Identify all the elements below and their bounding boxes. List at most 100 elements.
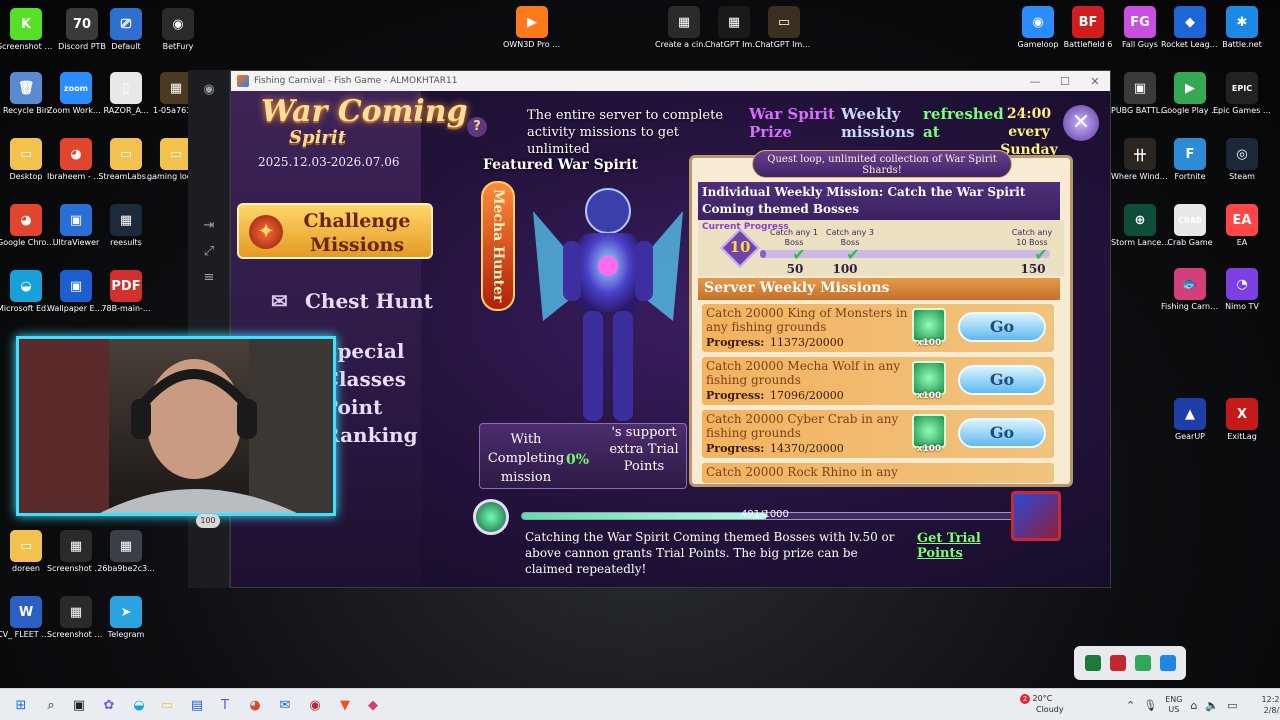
game-area: War Coming Spirit ? 2025.12.03-2026.07.0…	[231, 91, 1110, 587]
desktop-shortcut-icon[interactable]: BF Battlefield 6	[1058, 6, 1118, 50]
streamer-figure	[19, 339, 333, 513]
desktop-shortcut-icon[interactable]: F Fortnite	[1160, 138, 1220, 182]
go-button[interactable]: Go	[958, 312, 1046, 342]
desktop-shortcut-icon[interactable]: ▶ OWN3D Pro Desktop	[502, 6, 562, 50]
fishing-carnival-taskbar-icon[interactable]: ◆	[362, 695, 384, 715]
obs-icon[interactable]: ◉	[304, 695, 326, 715]
trial-progress-text: 491/1000	[741, 509, 789, 520]
app-icon[interactable]	[1109, 655, 1126, 671]
mission-row: Catch 20000 King of Monsters in any fish…	[702, 304, 1054, 352]
desktop-shortcut-icon[interactable]: ▭ ChatGPT Image Aug...	[754, 6, 814, 50]
desktop-icon-label: reesults	[110, 238, 142, 247]
exit-icon[interactable]: ⇥	[188, 212, 230, 238]
milestone-label: Catch any 10 Boss	[1011, 228, 1053, 247]
volume-icon[interactable]: 🔈	[1205, 699, 1219, 712]
clock[interactable]: 12:24 AM 2/8/2026	[1246, 694, 1280, 716]
desktop-icon-label: Screenshot 2026-01-...	[0, 42, 56, 51]
resize-icon[interactable]: ⤢	[188, 238, 230, 264]
desktop-shortcut-icon[interactable]: ▦ reesults	[96, 204, 156, 248]
desktop-shortcut-icon[interactable]: ◔ Nimo TV	[1212, 268, 1272, 312]
desktop-shortcut-icon[interactable]: ▦ 26ba9be2c3...	[96, 530, 156, 574]
app-glyph-icon: ▭	[768, 6, 800, 38]
brave-icon[interactable]: ▼	[334, 695, 356, 715]
weather-widget[interactable]: 2 20°C Cloudy	[1020, 693, 1064, 715]
desktop-icon-label: Nimo TV	[1225, 302, 1259, 311]
desktop-shortcut-icon[interactable]: ◆ Rocket League®	[1160, 6, 1220, 50]
desktop-shortcut-icon[interactable]: K Screenshot 2026-01-...	[0, 8, 56, 52]
app-glyph-icon: CRAB	[1174, 204, 1206, 236]
play-icon[interactable]	[1134, 655, 1151, 671]
app-glyph-icon: ▦	[110, 530, 142, 562]
app-glyph-icon: ◆	[1174, 6, 1206, 38]
menu-chest-hunt[interactable]: ✉ Chest Hunt	[235, 289, 435, 313]
app-glyph-icon: 70	[66, 8, 98, 40]
menu-points-label[interactable]: Point Ranking	[323, 393, 435, 449]
app-glyph-icon: F	[1174, 138, 1206, 170]
desktop-shortcut-icon[interactable]: ✱ Battle.net	[1212, 6, 1272, 50]
app-glyph-icon: EPIC	[1226, 72, 1258, 104]
search-icon[interactable]: ⌕	[40, 695, 62, 715]
app-glyph-icon: 🐟	[1174, 268, 1206, 300]
battery-icon[interactable]: ▭	[1227, 699, 1237, 712]
file-explorer-icon[interactable]: ▭	[156, 695, 178, 715]
desktop-shortcut-icon[interactable]: ▲ GearUP	[1160, 398, 1220, 442]
weather-temp: 20°C	[1032, 694, 1053, 703]
store-icon[interactable]: ▤	[186, 695, 208, 715]
quest-loop-tag: Quest loop, unlimited collection of War …	[752, 150, 1012, 178]
profile-icon[interactable]: ◉	[188, 76, 230, 102]
app-glyph-icon: X	[1226, 398, 1258, 430]
get-trial-points-link[interactable]: Get Trial Points	[917, 531, 1007, 561]
desktop-shortcut-icon[interactable]: EPIC Epic Games Launcher	[1212, 72, 1272, 116]
teams-icon[interactable]: T	[214, 695, 236, 715]
desktop-icon-label: Fortnite	[1174, 172, 1206, 181]
maximize-button[interactable]: ☐	[1050, 75, 1080, 88]
desktop-shortcut-icon[interactable]: 🐟 Fishing Carnival ...	[1160, 268, 1220, 312]
desktop-shortcut-icon[interactable]: ➤ Telegram	[96, 596, 156, 640]
globe-icon[interactable]	[1159, 655, 1176, 671]
nvidia-icon[interactable]	[1084, 655, 1101, 671]
desktop-shortcut-icon[interactable]: ▶ Google Play Games	[1160, 72, 1220, 116]
boss-thumbnail[interactable]	[1011, 491, 1061, 541]
chrome-icon[interactable]: ◕	[244, 695, 266, 715]
settings-sliders-icon[interactable]: ≡	[188, 264, 230, 290]
edge-icon[interactable]: ◒	[128, 695, 150, 715]
close-button[interactable]: ✕	[1080, 75, 1110, 88]
progress-fill	[760, 250, 766, 258]
app-glyph-icon: 🗑	[10, 72, 42, 104]
desktop-shortcut-icon[interactable]: PDF 78B-main-...	[96, 270, 156, 314]
event-close-button[interactable]: ✕	[1063, 105, 1099, 141]
minimize-button[interactable]: —	[1020, 75, 1050, 88]
help-icon[interactable]: ?	[467, 117, 487, 137]
trial-points-bar: 491/1000	[481, 509, 1021, 523]
support-left-text: With Completing mission	[487, 432, 565, 485]
menu-challenge-missions[interactable]: ✦ Challenge Missions	[237, 203, 433, 259]
network-icon[interactable]: ⌂	[1190, 699, 1197, 712]
desktop-shortcut-icon[interactable]: X ExitLag	[1212, 398, 1272, 442]
desktop-icon-label: Epic Games Launcher	[1213, 106, 1272, 115]
outlook-icon[interactable]: ✉	[274, 695, 296, 715]
go-button[interactable]: Go	[958, 365, 1046, 395]
desktop-icon-label: Fishing Carnival ...	[1161, 302, 1220, 311]
task-view-icon[interactable]: ▣	[68, 695, 90, 715]
go-button[interactable]: Go	[958, 418, 1046, 448]
language-indicator[interactable]: ENG US	[1165, 695, 1182, 715]
desktop-shortcut-icon[interactable]: ◎ Steam	[1212, 138, 1272, 182]
desktop-shortcut-icon[interactable]: CRAB Crab Game	[1160, 204, 1220, 248]
mission-progress: 17096/20000	[770, 389, 844, 402]
menu-challenge-label: Challenge Missions	[303, 210, 411, 256]
app-glyph-icon: ⎚	[110, 8, 142, 40]
app-glyph-icon: ◔	[1226, 268, 1258, 300]
app-glyph-icon: ✱	[1226, 6, 1258, 38]
microphone-icon[interactable]: 🎙	[1143, 699, 1157, 712]
mission-progress-label: Progress:	[706, 442, 765, 455]
copilot-icon[interactable]: ✿	[98, 695, 120, 715]
desktop-icon-label: OWN3D Pro Desktop	[503, 40, 562, 49]
app-glyph-icon: ➤	[110, 596, 142, 628]
desktop-shortcut-icon[interactable]: ◉ BetFury	[148, 8, 208, 52]
app-glyph-icon: ▦	[60, 530, 92, 562]
desktop-shortcut-icon[interactable]: EA EA	[1212, 204, 1272, 248]
app-glyph-icon: ▶	[1174, 72, 1206, 104]
desktop-shortcut-icon[interactable]: ⎚ Default	[96, 8, 156, 52]
chevron-up-icon[interactable]: ⌃	[1126, 699, 1135, 712]
start-icon[interactable]: ⊞	[10, 695, 32, 715]
